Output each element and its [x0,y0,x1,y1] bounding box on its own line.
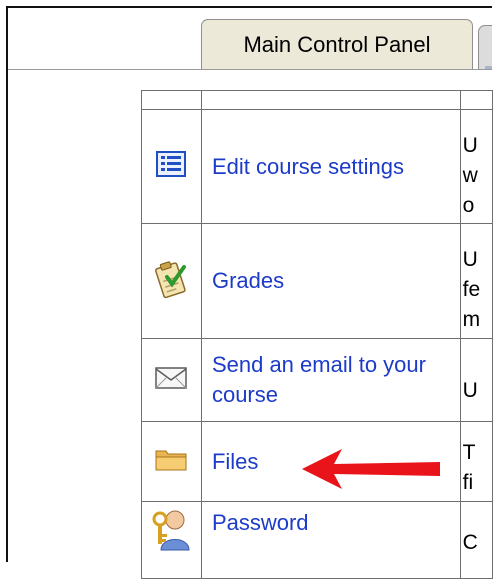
table-row-edit-course-settings: Edit course settings U w o [141,109,493,224]
description-cell: U w o [459,109,493,224]
header-cell [141,90,202,110]
table-header-row [141,90,493,110]
tab-strip-divider [8,69,492,70]
grades-label[interactable]: Grades [212,268,284,293]
header-cell [459,90,493,110]
table-row-password: Password C [141,501,493,579]
edit-course-settings-link[interactable]: Edit course settings [200,109,461,224]
description-line: fe [462,278,481,301]
tab-main-control-panel-label: Main Control Panel [243,31,431,57]
files-label[interactable]: Files [212,449,258,474]
table-row-grades: Grades U fe m [141,223,493,339]
grades-link[interactable]: Grades [200,223,461,339]
password-link[interactable]: Password [200,501,461,579]
description-line: U [462,248,478,271]
email-envelope-icon[interactable] [155,366,188,390]
icon-cell [141,109,202,224]
control-panel-table: Edit course settings U w o Grades U fe m… [141,90,493,579]
grades-clipboard-icon[interactable] [153,259,189,299]
icon-cell [141,421,202,502]
tab-main-control-panel[interactable]: Main Control Panel [201,19,473,69]
password-user-key-icon[interactable] [151,508,191,552]
icon-cell [141,223,202,339]
description-cell: U fe m [459,223,493,339]
send-email-label[interactable]: Send an email to your course [212,352,426,407]
description-line: T [462,440,476,464]
password-label[interactable]: Password [212,510,309,535]
description-cell: U [459,338,493,422]
description-line: U [462,133,478,157]
table-row-send-email: Send an email to your course U [141,338,493,422]
settings-list-icon[interactable] [156,151,187,177]
description-line: fi [462,470,474,494]
edit-course-settings-label[interactable]: Edit course settings [212,154,404,179]
send-email-link[interactable]: Send an email to your course [200,338,461,422]
description-line: C [462,531,478,554]
tab-next[interactable] [478,25,492,69]
header-cell [200,90,461,110]
icon-cell [141,501,202,579]
description-line: o [462,193,475,217]
icon-cell [141,338,202,422]
description-cell: C [459,501,493,579]
folder-icon[interactable] [155,447,187,471]
description-line: U [462,379,478,402]
description-line: w [462,163,478,187]
red-arrow-annotation [302,449,440,489]
description-cell: T fi [459,421,493,502]
description-line: m [462,308,481,331]
